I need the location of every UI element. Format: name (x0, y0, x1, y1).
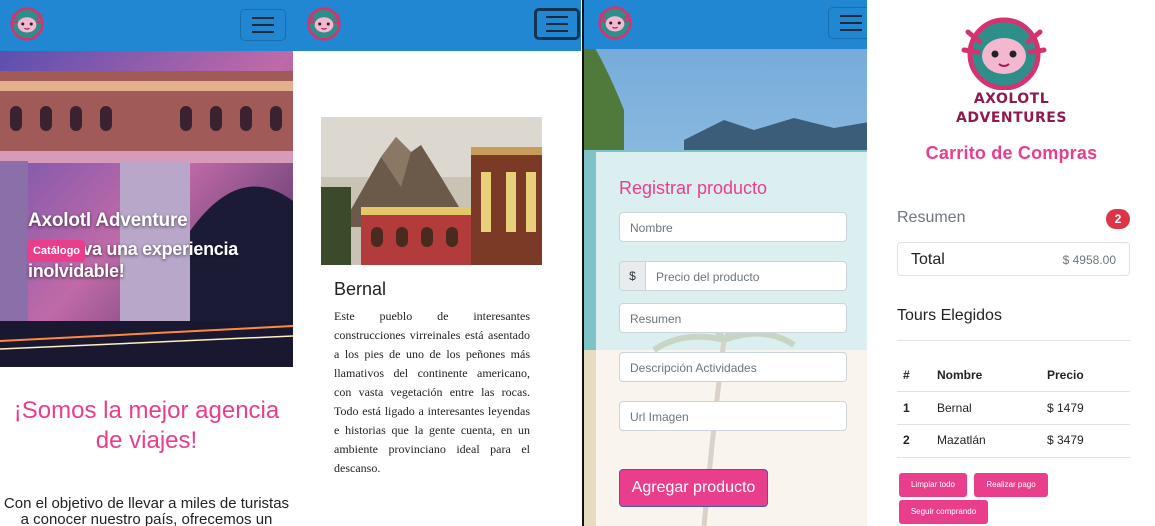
axolotl-logo-icon (961, 17, 1047, 90)
summary-label: Resumen (897, 209, 966, 226)
axolotl-logo-icon[interactable] (307, 7, 341, 41)
cart-title: Carrito de Compras (925, 143, 1098, 163)
home-screen: Axolotl Adventure ¡Reserva una experienc… (0, 0, 293, 526)
row-2-price: $ 3479 (1047, 433, 1084, 447)
axolotl-logo-icon[interactable] (10, 7, 44, 41)
row-1-price: $ 1479 (1047, 401, 1084, 415)
brand-line-2: ADVENTURES (956, 110, 1067, 126)
price-field[interactable]: Precio del producto (646, 261, 847, 291)
total-label: Total (911, 251, 945, 268)
brand-line-1: AXOLOTL (973, 91, 1050, 107)
cart-screen: AXOLOTL ADVENTURES Carrito de Compras Re… (868, 0, 1155, 526)
bernal-image (321, 117, 542, 265)
hamburger-menu-icon[interactable] (240, 9, 286, 41)
screenshot-collage: Axolotl Adventure ¡Reserva una experienc… (0, 0, 1155, 526)
item-count-badge: 2 (1106, 209, 1130, 229)
navbar (584, 0, 867, 49)
hamburger-menu-icon[interactable] (534, 8, 580, 40)
brand-name: AXOLOTL ADVENTURES (868, 90, 1155, 128)
row-1-name: Bernal (937, 401, 972, 415)
name-field[interactable]: Nombre (619, 212, 847, 242)
navbar (293, 0, 581, 51)
tours-heading: Tours Elegidos (897, 307, 1002, 324)
navbar (0, 0, 293, 51)
table-divider (897, 391, 1130, 392)
column-header-name: Nombre (937, 368, 983, 382)
total-value: $ 4958.00 (1062, 253, 1116, 267)
hero-arch-image (0, 51, 293, 367)
add-product-button[interactable]: Agregar producto (619, 469, 768, 507)
clear-all-button[interactable]: Limpiar todo (899, 473, 967, 497)
hero-carousel: Axolotl Adventure ¡Reserva una experienc… (0, 51, 293, 367)
column-header-number: # (903, 368, 910, 382)
row-2-name: Mazatlán (937, 433, 986, 447)
tour-description: Este pueblo de interesantes construccion… (334, 309, 530, 475)
intro-text: Con el objetivo de llevar a miles de tur… (3, 495, 290, 526)
catalog-button[interactable]: Catálogo (28, 240, 85, 262)
form-title: Registrar producto (619, 178, 768, 198)
continue-shopping-button[interactable]: Seguir comprando (899, 500, 988, 524)
divider (897, 340, 1130, 341)
row-2-number: 2 (903, 433, 910, 447)
column-header-price: Precio (1047, 368, 1084, 382)
tour-detail-screen: Bernal Este pueblo de interesantes const… (293, 0, 581, 526)
total-box: Total $ 4958.00 (897, 242, 1130, 276)
checkout-button[interactable]: Realizar pago (974, 473, 1048, 497)
table-divider (897, 457, 1130, 458)
summary-field[interactable]: Resumen (619, 303, 847, 333)
hamburger-menu-icon[interactable] (828, 7, 867, 39)
activities-field[interactable]: Descripción Actividades (619, 352, 847, 382)
currency-prefix: $ (619, 261, 646, 291)
table-divider (897, 424, 1130, 425)
row-1-number: 1 (903, 401, 910, 415)
hero-title: Axolotl Adventure (28, 210, 188, 231)
axolotl-logo-icon[interactable] (598, 6, 632, 40)
price-input-group: $ Precio del producto (619, 261, 847, 291)
image-url-field[interactable]: Url Imagen (619, 401, 847, 431)
tour-title: Bernal (334, 279, 387, 299)
register-product-screen: Registrar producto Nombre $ Precio del p… (582, 0, 867, 526)
agency-heading: ¡Somos la mejor agencia de viajes! (13, 397, 280, 454)
